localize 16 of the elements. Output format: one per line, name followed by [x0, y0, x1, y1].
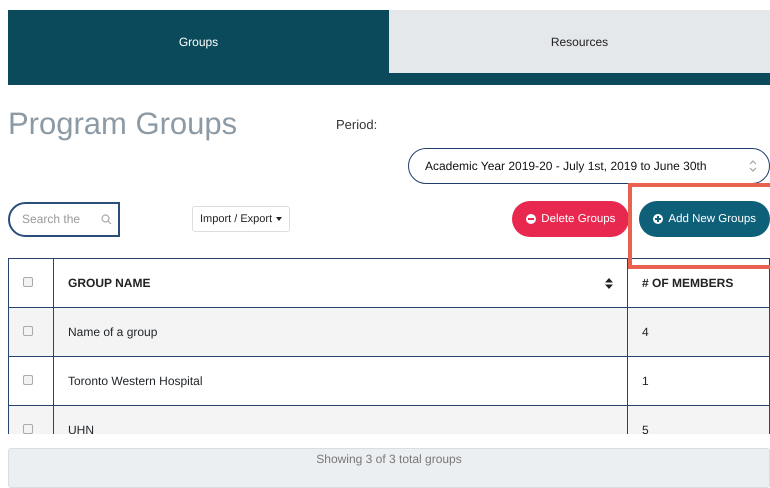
column-header[interactable]: GROUP NAME: [68, 274, 150, 292]
table-cell: 5: [628, 406, 770, 434]
period-label: Period:: [336, 116, 378, 134]
group-link[interactable]: Toronto Western Hospital: [68, 374, 203, 388]
period-select[interactable]: Academic Year 2019-20 - July 1st, 2019 to June 30th: [408, 148, 770, 184]
results-summary: Showing 3 of 3 total groups: [8, 448, 770, 488]
page-title: Program Groups: [8, 105, 238, 142]
tab[interactable]: Groups: [8, 10, 389, 73]
tab[interactable]: Resources: [389, 10, 770, 73]
search-field[interactable]: Search the: [8, 202, 120, 237]
delete-button[interactable]: Delete Groups: [512, 201, 630, 238]
table-cell: 4: [628, 308, 770, 357]
add-button[interactable]: Add New Groups: [639, 201, 770, 238]
group-link[interactable]: UHN: [68, 423, 94, 434]
import-export-button[interactable]: Import / Export: [192, 206, 290, 232]
group-link[interactable]: Name of a group: [68, 325, 158, 340]
